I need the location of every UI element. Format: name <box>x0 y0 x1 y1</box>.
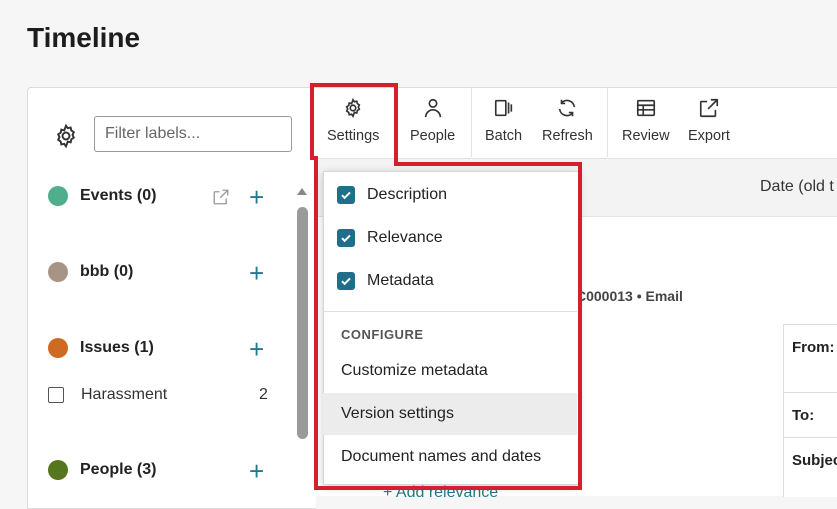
description-checkbox-item[interactable]: Description <box>323 186 577 204</box>
batch-label: Batch <box>485 128 523 144</box>
gear-icon <box>345 97 361 119</box>
people-button[interactable]: People <box>410 97 455 144</box>
page-title: Timeline <box>27 22 141 53</box>
toolbar-divider <box>607 88 608 157</box>
label-name: People (3) <box>80 461 157 478</box>
review-label: Review <box>622 128 670 144</box>
from-label: From: <box>792 339 835 356</box>
toolbar-divider <box>471 88 472 157</box>
export-button[interactable]: Export <box>688 97 730 144</box>
refresh-button[interactable]: Refresh <box>542 97 593 144</box>
batch-icon <box>494 99 512 117</box>
label-name: Events (0) <box>80 187 157 204</box>
sublabel-harassment[interactable]: Harassment <box>48 386 167 404</box>
divider <box>783 392 837 393</box>
label-item-events[interactable]: Events (0) <box>48 186 156 206</box>
people-label: People <box>410 128 456 144</box>
scrollbar-thumb[interactable] <box>297 207 308 439</box>
version-settings-item[interactable]: Version settings <box>323 393 577 435</box>
label-name: Issues (1) <box>80 339 154 356</box>
filter-labels-input[interactable] <box>94 116 292 152</box>
customize-metadata-item[interactable]: Customize metadata <box>323 350 577 392</box>
check-icon <box>341 277 351 286</box>
external-link-icon[interactable] <box>212 188 230 206</box>
menu-divider <box>323 311 577 312</box>
sublabel-count: 2 <box>259 386 268 403</box>
add-relevance-link[interactable]: + Add relevance <box>383 484 498 502</box>
add-label-button[interactable]: + <box>249 458 264 484</box>
subject-label: Subjec <box>792 452 837 469</box>
gear-icon[interactable] <box>53 123 79 149</box>
checkbox-checked[interactable] <box>337 186 355 204</box>
review-button[interactable]: Review <box>622 97 670 144</box>
check-icon <box>341 234 351 243</box>
divider <box>783 437 837 438</box>
label-color-dot <box>48 338 68 358</box>
date-column-header[interactable]: Date (old t <box>760 178 834 196</box>
person-icon <box>424 98 441 118</box>
label-item-bbb[interactable]: bbb (0) <box>48 262 133 282</box>
check-icon <box>341 191 351 200</box>
add-label-button[interactable]: + <box>249 260 264 286</box>
checkbox-label: Metadata <box>367 272 434 289</box>
label-name: bbb (0) <box>80 263 134 280</box>
refresh-label: Refresh <box>542 128 593 144</box>
to-label: To: <box>792 407 815 424</box>
label-item-people[interactable]: People (3) <box>48 460 156 480</box>
document-names-dates-item[interactable]: Document names and dates <box>323 436 577 478</box>
export-label: Export <box>688 128 730 144</box>
settings-button[interactable]: Settings <box>327 97 379 144</box>
label-color-dot <box>48 262 68 282</box>
metadata-checkbox-item[interactable]: Metadata <box>323 272 577 290</box>
settings-label: Settings <box>327 128 380 144</box>
label-color-dot <box>48 460 68 480</box>
checkbox-label: Description <box>367 186 448 203</box>
configure-section-title: CONFIGURE <box>341 327 424 342</box>
add-label-button[interactable]: + <box>249 184 264 210</box>
export-icon <box>699 98 719 118</box>
batch-button[interactable]: Batch <box>485 97 522 144</box>
sublabel-name: Harassment <box>81 386 168 403</box>
scroll-up-arrow[interactable] <box>297 188 307 195</box>
checkbox-checked[interactable] <box>337 229 355 247</box>
review-icon <box>636 99 655 117</box>
add-label-button[interactable]: + <box>249 336 264 362</box>
sublabel-checkbox[interactable] <box>48 387 64 403</box>
checkbox-checked[interactable] <box>337 272 355 290</box>
refresh-icon <box>559 99 576 117</box>
label-item-issues[interactable]: Issues (1) <box>48 338 154 358</box>
relevance-checkbox-item[interactable]: Relevance <box>323 229 577 247</box>
label-color-dot <box>48 186 68 206</box>
document-id: C000013 • Email <box>576 288 683 304</box>
checkbox-label: Relevance <box>367 229 443 246</box>
